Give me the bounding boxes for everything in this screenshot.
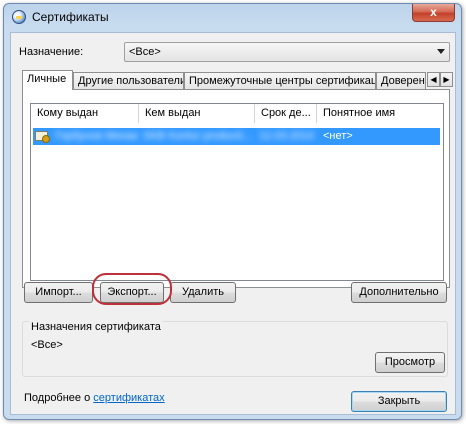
learn-more-text: Подробнее о сертификатах xyxy=(24,392,165,404)
tab-other-people[interactable]: Другие пользователи xyxy=(73,72,184,89)
certificate-list[interactable]: Кому выдан Кем выдан Срок де... Понятное… xyxy=(30,103,444,281)
cell-friendly-name: <нет> xyxy=(323,130,353,142)
title-bar[interactable]: Сертификаты x xyxy=(4,4,461,30)
cell-issued-to: Горбунов Михаи... xyxy=(55,130,139,142)
purpose-label: Назначение: xyxy=(19,46,84,58)
window-title: Сертификаты xyxy=(32,10,109,24)
tab-panel-personal: Кому выдан Кем выдан Срок де... Понятное… xyxy=(22,89,450,288)
certificate-purposes-title: Назначения сертификата xyxy=(29,321,163,333)
export-button[interactable]: Экспорт... xyxy=(100,282,164,303)
list-header: Кому выдан Кем выдан Срок де... Понятное… xyxy=(31,104,443,123)
chevron-down-icon xyxy=(437,49,445,54)
advanced-button[interactable]: Дополнительно xyxy=(351,282,447,303)
column-issued-to[interactable]: Кому выдан xyxy=(31,104,139,123)
cell-expiration: 12.03.2014 xyxy=(259,130,315,142)
learn-more-prefix: Подробнее о xyxy=(24,392,94,404)
certificate-store-tabs: Личные Другие пользователи Промежуточные… xyxy=(22,70,453,90)
certificate-purposes-group: Назначения сертификата <Все> Просмотр xyxy=(22,321,448,377)
tab-scroll-left-icon[interactable]: ◀ xyxy=(427,72,440,87)
certificate-app-icon xyxy=(12,10,26,24)
column-issued-by[interactable]: Кем выдан xyxy=(139,104,255,123)
close-button[interactable]: Закрыть xyxy=(351,391,447,412)
certificates-help-link[interactable]: сертификатах xyxy=(93,392,164,404)
table-row[interactable]: Горбунов Михаи... SKB Kontur producti...… xyxy=(33,128,440,145)
certificates-dialog: Сертификаты x Назначение: <Все> Личные Д… xyxy=(3,3,462,420)
tab-intermediate-cas[interactable]: Промежуточные центры сертификации xyxy=(184,72,376,89)
close-window-button[interactable]: x xyxy=(412,4,455,22)
dialog-client-area: Назначение: <Все> Личные Другие пользова… xyxy=(10,32,456,415)
tab-personal[interactable]: Личные xyxy=(22,70,73,90)
delete-button[interactable]: Удалить xyxy=(170,282,236,303)
certificate-icon xyxy=(35,131,50,143)
column-expiration[interactable]: Срок де... xyxy=(255,104,317,123)
purpose-selected-value: <Все> xyxy=(129,46,161,58)
cell-issued-by: SKB Kontur producti... xyxy=(143,130,252,142)
import-button[interactable]: Импорт... xyxy=(24,282,93,303)
view-button[interactable]: Просмотр xyxy=(375,352,445,373)
certificate-purposes-value: <Все> xyxy=(31,339,63,351)
tab-trusted-root[interactable]: Доверенн xyxy=(376,72,426,89)
tab-scroll-right-icon[interactable]: ▶ xyxy=(440,72,453,87)
purpose-dropdown[interactable]: <Все> xyxy=(124,42,450,62)
column-friendly-name[interactable]: Понятное имя xyxy=(317,104,443,123)
